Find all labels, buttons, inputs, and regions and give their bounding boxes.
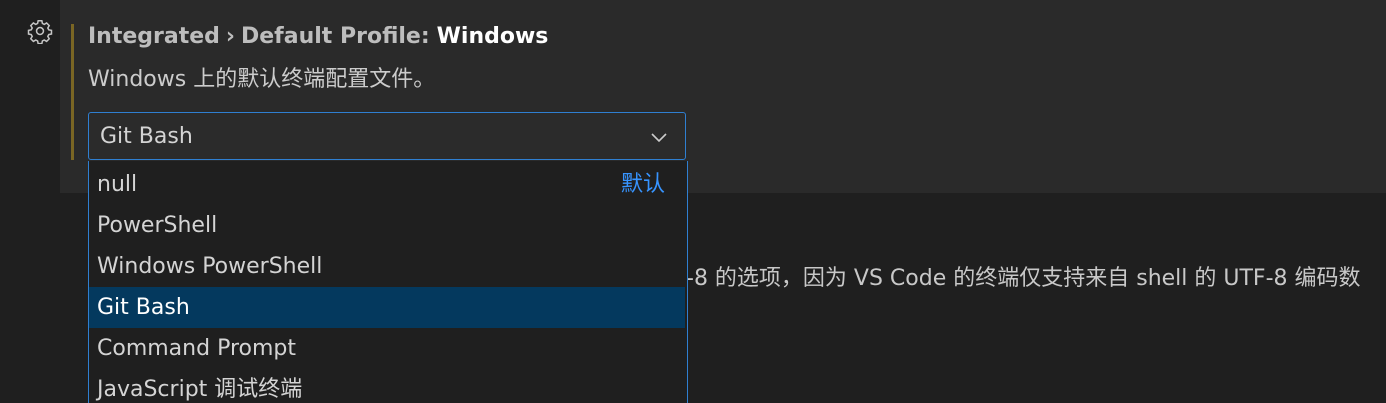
option-label: Git Bash (97, 295, 190, 320)
setting-title: Integrated › Default Profile: Windows (88, 23, 548, 51)
modified-indicator (71, 24, 74, 160)
option-label: PowerShell (97, 213, 218, 238)
select-dropdown-list: null 默认 PowerShell Windows PowerShell Gi… (88, 161, 688, 403)
option-label: Windows PowerShell (97, 254, 323, 279)
option-windows-powershell[interactable]: Windows PowerShell (89, 246, 685, 287)
option-label: null (97, 172, 138, 197)
setting-description: Windows 上的默认终端配置文件。 (88, 67, 436, 92)
title-separator: › (225, 24, 235, 49)
option-command-prompt[interactable]: Command Prompt (89, 328, 685, 369)
chevron-down-icon (649, 127, 669, 147)
option-powershell[interactable]: PowerShell (89, 205, 685, 246)
gear-icon[interactable] (25, 16, 55, 46)
option-null[interactable]: null 默认 (89, 164, 685, 205)
option-javascript-debug-terminal[interactable]: JavaScript 调试终端 (89, 369, 685, 403)
setting-label-prefix: Default Profile: (241, 24, 430, 49)
select-current-value: Git Bash (100, 124, 193, 149)
next-setting-description: -8 的选项，因为 VS Code 的终端仅支持来自 shell 的 UTF-8… (686, 266, 1361, 291)
setting-label-name: Windows (436, 24, 549, 49)
default-tag: 默认 (620, 172, 665, 197)
option-label: JavaScript 调试终端 (97, 377, 303, 402)
option-label: Command Prompt (97, 336, 296, 361)
default-profile-select[interactable]: Git Bash (88, 112, 686, 160)
editor-gutter (0, 0, 16, 403)
setting-category: Integrated (88, 24, 220, 49)
settings-editor: Integrated › Default Profile: Windows Wind… (0, 0, 1386, 403)
option-git-bash[interactable]: Git Bash (89, 287, 685, 328)
